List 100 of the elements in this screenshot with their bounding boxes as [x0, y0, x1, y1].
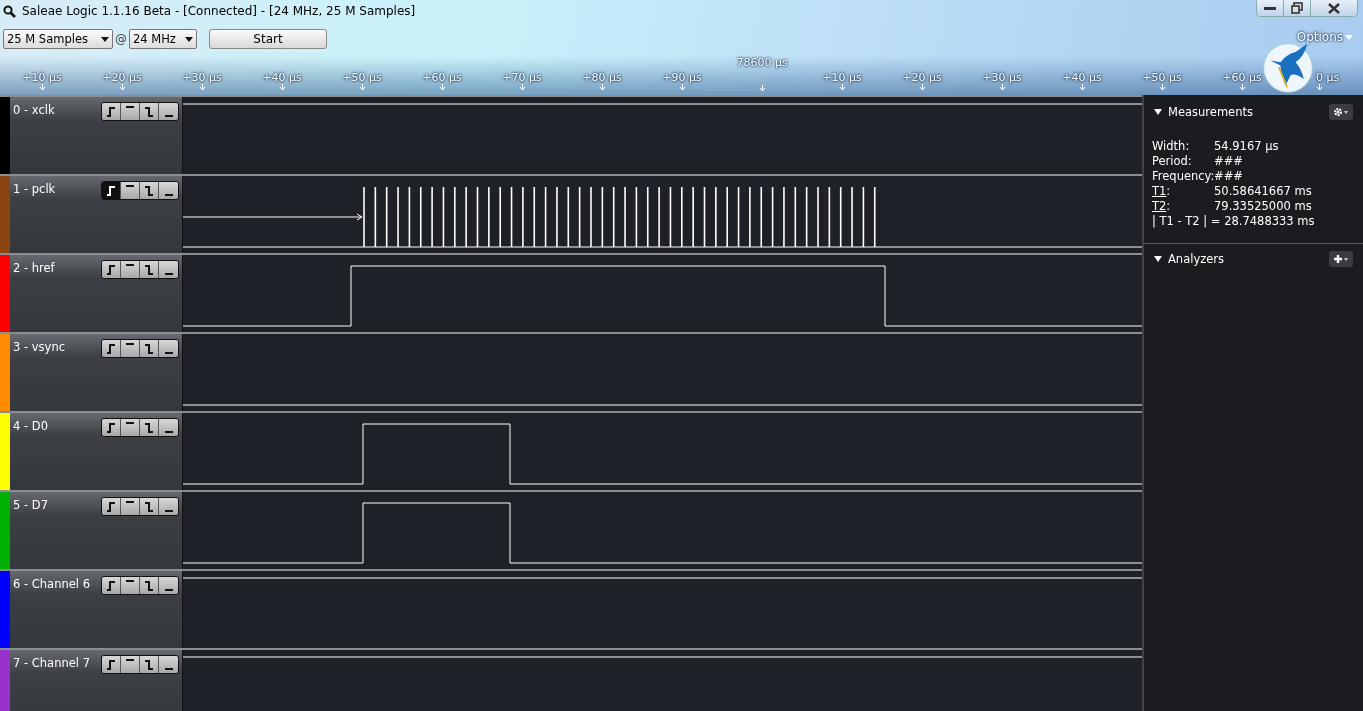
- rising-edge-icon: [107, 501, 115, 512]
- restore-icon: [1291, 2, 1303, 14]
- falling-edge-icon: [145, 659, 153, 670]
- measurement-value: ###: [1214, 154, 1243, 169]
- trigger-button[interactable]: [121, 103, 140, 120]
- trigger-button[interactable]: [140, 261, 159, 278]
- close-icon: [1328, 2, 1340, 14]
- ruler-label: +80 µs: [582, 71, 622, 84]
- plus-icon: [1333, 254, 1349, 264]
- caret-icon: [185, 36, 193, 42]
- rising-edge-icon: [107, 264, 115, 275]
- tick-arrow-icon: [518, 84, 526, 90]
- rising-edge-icon: [107, 580, 115, 591]
- ruler-label: +40 µs: [1062, 71, 1102, 84]
- trigger-button[interactable]: [140, 340, 159, 357]
- falling-edge-icon: [145, 264, 153, 275]
- gear-icon: [1333, 107, 1349, 117]
- tick-arrow-icon: [759, 85, 766, 91]
- channel-name: 0 - xclk: [13, 103, 55, 119]
- trigger-button[interactable]: [140, 656, 159, 673]
- trigger-button[interactable]: [159, 498, 178, 515]
- trigger-button[interactable]: [140, 419, 159, 436]
- measurement-value: 54.9167 µs: [1214, 139, 1279, 154]
- measurement-label: Width:: [1152, 139, 1191, 154]
- measurement-label: Frequency:: [1152, 169, 1214, 184]
- trigger-button[interactable]: [159, 103, 178, 120]
- ruler-label: 0 µs: [1316, 71, 1340, 84]
- add-analyzer-button[interactable]: [1329, 251, 1353, 267]
- minimize-button[interactable]: [1257, 0, 1284, 16]
- trigger-button[interactable]: [140, 103, 159, 120]
- ruler-label: +30 µs: [182, 71, 222, 84]
- trigger-button[interactable]: [121, 182, 140, 199]
- channel-name: 1 - pclk: [13, 182, 56, 198]
- ruler-center-label: 78600 µs: [736, 56, 788, 69]
- close-button[interactable]: [1311, 0, 1357, 16]
- trigger-button[interactable]: [121, 656, 140, 673]
- trigger-button[interactable]: [102, 498, 121, 515]
- trigger-button[interactable]: [159, 340, 178, 357]
- trigger-button[interactable]: [102, 261, 121, 278]
- falling-edge-icon: [145, 580, 153, 591]
- start-button[interactable]: Start: [209, 29, 327, 49]
- measurement-value: ###: [1214, 169, 1243, 184]
- falling-edge-icon: [145, 106, 153, 117]
- trigger-button[interactable]: [159, 656, 178, 673]
- section-title: Measurements: [1168, 105, 1253, 119]
- channel-name: 3 - vsync: [13, 340, 65, 356]
- ruler-label: +90 µs: [662, 71, 702, 84]
- ruler-label: +40 µs: [262, 71, 302, 84]
- tick-arrow-icon: [1078, 84, 1086, 90]
- trigger-button[interactable]: [159, 419, 178, 436]
- trigger-button[interactable]: [121, 340, 140, 357]
- tick-arrow-icon: [38, 84, 46, 90]
- ruler-label: +60 µs: [1222, 71, 1262, 84]
- trigger-button[interactable]: [102, 182, 121, 199]
- restore-button[interactable]: [1284, 0, 1311, 16]
- measurements-header[interactable]: Measurements: [1144, 95, 1363, 121]
- rising-edge-icon: [107, 343, 115, 354]
- tick-arrow-icon: [358, 84, 366, 90]
- trigger-button[interactable]: [140, 182, 159, 199]
- trigger-button[interactable]: [102, 340, 121, 357]
- trigger-button[interactable]: [102, 577, 121, 594]
- window-title: Saleae Logic 1.1.16 Beta - [Connected] - [24 MHz, 25 M Samples]: [22, 4, 416, 18]
- trigger-button[interactable]: [121, 261, 140, 278]
- analyzers-header[interactable]: Analyzers: [1144, 243, 1363, 268]
- ruler-label: +30 µs: [982, 71, 1022, 84]
- trigger-button[interactable]: [140, 577, 159, 594]
- channel-name: 2 - href: [13, 261, 55, 277]
- trigger-button[interactable]: [102, 419, 121, 436]
- settings-button[interactable]: [1329, 104, 1353, 120]
- rising-edge-icon: [107, 185, 115, 196]
- rising-edge-icon: [107, 106, 115, 117]
- trigger-button[interactable]: [159, 577, 178, 594]
- measurement-value: 79.33525000 ms: [1214, 199, 1312, 214]
- ruler-label: +70 µs: [502, 71, 542, 84]
- colon-text: :: [1166, 199, 1171, 214]
- ruler-label: +10 µs: [822, 71, 862, 84]
- falling-edge-icon: [145, 422, 153, 433]
- tick-arrow-icon: [918, 84, 926, 90]
- tick-arrow-icon: [438, 84, 446, 90]
- measurement-value: 50.58641667 ms: [1214, 184, 1312, 199]
- channel-name: 4 - D0: [13, 419, 48, 435]
- trigger-button[interactable]: [102, 103, 121, 120]
- tick-arrow-icon: [1158, 84, 1166, 90]
- hummingbird-logo: [1262, 42, 1314, 94]
- search-icon: [3, 4, 16, 18]
- samples-dropdown[interactable]: 25 M Samples: [3, 29, 113, 49]
- trigger-button[interactable]: [121, 498, 140, 515]
- channel-name: 7 - Channel 7: [13, 656, 90, 672]
- trigger-button[interactable]: [159, 182, 178, 199]
- trigger-button[interactable]: [159, 261, 178, 278]
- ruler-label: +20 µs: [902, 71, 942, 84]
- trigger-button[interactable]: [140, 498, 159, 515]
- trigger-button[interactable]: [102, 656, 121, 673]
- ruler-label: +60 µs: [422, 71, 462, 84]
- tick-arrow-icon: [678, 84, 686, 90]
- ruler-label: +20 µs: [102, 71, 142, 84]
- trigger-button[interactable]: [121, 419, 140, 436]
- trigger-button[interactable]: [121, 577, 140, 594]
- rate-dropdown[interactable]: 24 MHz: [129, 29, 197, 49]
- tick-arrow-icon: [278, 84, 286, 90]
